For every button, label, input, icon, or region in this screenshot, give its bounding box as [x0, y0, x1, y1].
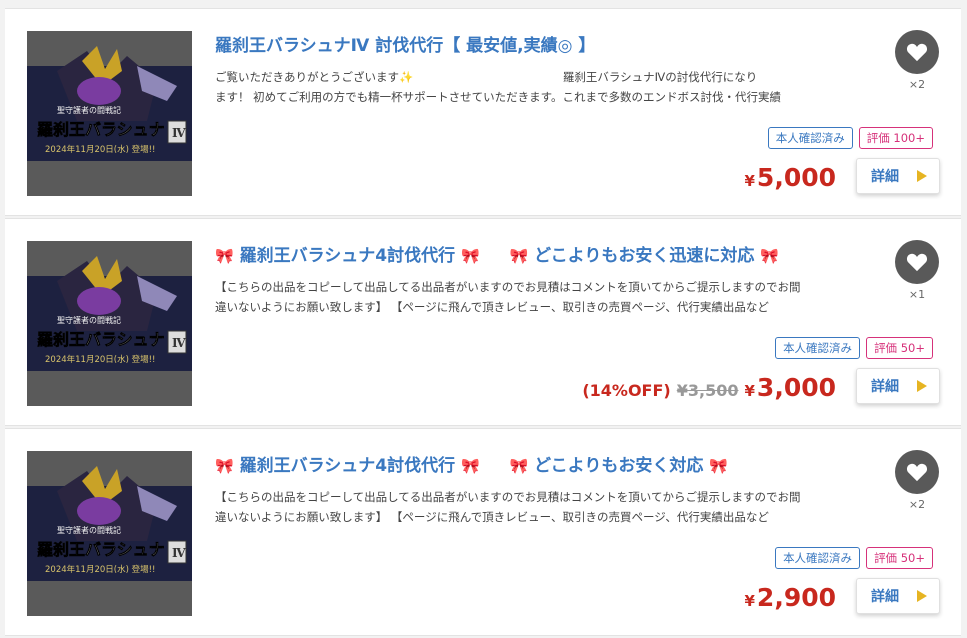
ribbon-icon: 🎀 [461, 247, 480, 265]
detail-button-label: 詳細 [871, 589, 899, 605]
ribbon-icon: 🎀 [509, 247, 529, 265]
detail-button-label: 詳細 [871, 169, 899, 185]
listing-thumbnail[interactable]: 聖守護者の闘戦記 羅刹王バラシュナ 2024年11月20日(水) 登場!! Ⅳ [27, 451, 192, 616]
thumbnail-caption-small: 聖守護者の闘戦記 [57, 105, 121, 115]
thumbnail-caption-main: 羅刹王バラシュナ [37, 540, 165, 559]
play-icon [917, 380, 927, 392]
badge-group: 本人確認済み 評価 50+ [775, 337, 933, 359]
listing-title-part2[interactable]: どこよりもお安く対応 [534, 456, 703, 476]
description-line: ます！ 初めてご利用の方でも精一杯サポートさせていただきます。これまで多数のエン… [215, 90, 781, 104]
ribbon-icon: 🎀 [709, 457, 728, 475]
favorite-button[interactable] [895, 240, 939, 284]
badge-group: 本人確認済み 評価 100+ [767, 127, 933, 149]
favorite-button[interactable] [895, 450, 939, 494]
listing-title-part1[interactable]: 羅刹王バラシュナ4討伐代行 [240, 456, 456, 476]
listing-title-text[interactable]: 羅刹王バラシュナⅣ 討伐代行【 最安値,実績◎ 】 [215, 36, 595, 56]
ribbon-icon: 🎀 [760, 247, 779, 265]
play-icon [917, 170, 927, 182]
listing-thumbnail[interactable]: 聖守護者の闘戦記 羅刹王バラシュナ 2024年11月20日(水) 登場!! Ⅳ [27, 241, 192, 406]
thumbnail-badge: Ⅳ [172, 126, 186, 140]
verified-badge: 本人確認済み [775, 337, 861, 359]
listing-thumbnail[interactable]: 聖守護者の闘戦記 羅刹王バラシュナ 2024年11月20日(水) 登場!! Ⅳ [27, 31, 192, 196]
listing-card[interactable]: 聖守護者の闘戦記 羅刹王バラシュナ 2024年11月20日(水) 登場!! Ⅳ … [5, 8, 961, 216]
thumbnail-caption-main: 羅刹王バラシュナ [37, 330, 165, 349]
listing-title-part1[interactable]: 羅刹王バラシュナ4討伐代行 [240, 246, 456, 266]
rating-badge: 評価 50+ [866, 337, 933, 359]
verified-badge: 本人確認済み [775, 547, 861, 569]
heart-icon [906, 253, 928, 272]
description-line: 違いないようにお願い致します】 【ページに飛んで頂きレビュー、取引きの売買ページ… [215, 510, 769, 524]
listing-description: ご覧いただきありがとうございます✨ 羅刹王バラシュナⅣの討伐代行になり ます！ … [215, 67, 850, 107]
currency-symbol: ¥ [744, 172, 755, 190]
price-row: ¥2,900 [744, 583, 836, 612]
currency-symbol: ¥ [744, 592, 755, 610]
thumbnail-caption-date: 2024年11月20日(水) 登場!! [45, 144, 155, 155]
listing-card[interactable]: 聖守護者の闘戦記 羅刹王バラシュナ 2024年11月20日(水) 登場!! Ⅳ … [5, 428, 961, 636]
thumbnail-caption-small: 聖守護者の闘戦記 [57, 525, 121, 535]
listing-title[interactable]: 羅刹王バラシュナⅣ 討伐代行【 最安値,実績◎ 】 [215, 31, 855, 56]
play-icon [917, 590, 927, 602]
listing-description: 【こちらの出品をコピーして出品してる出品者がいますのでお見積はコメントを頂いてか… [215, 277, 850, 317]
detail-button-label: 詳細 [871, 379, 899, 395]
price: 5,000 [756, 163, 836, 192]
description-line: 違いないようにお願い致します】 【ページに飛んで頂きレビュー、取引きの売買ページ… [215, 300, 769, 314]
badge-group: 本人確認済み 評価 50+ [775, 547, 933, 569]
listing-title-part2[interactable]: どこよりもお安く迅速に対応 [534, 246, 754, 266]
currency-symbol: ¥ [744, 382, 755, 400]
price: 2,900 [756, 583, 836, 612]
description-line: ご覧いただきありがとうございます✨ 羅刹王バラシュナⅣの討伐代行になり [215, 70, 758, 84]
ribbon-icon: 🎀 [509, 457, 529, 475]
favorite-widget: ×2 [894, 450, 940, 511]
thumbnail-caption-small: 聖守護者の闘戦記 [57, 315, 121, 325]
heart-icon [906, 43, 928, 62]
ribbon-icon: 🎀 [215, 457, 234, 475]
verified-badge: 本人確認済み [767, 127, 853, 149]
detail-button[interactable]: 詳細 [856, 368, 940, 404]
heart-icon [906, 463, 928, 482]
ribbon-icon: 🎀 [461, 457, 480, 475]
listing-title[interactable]: 🎀 羅刹王バラシュナ4討伐代行 🎀 🎀 どこよりもお安く迅速に対応 🎀 [215, 241, 855, 266]
detail-button[interactable]: 詳細 [856, 158, 940, 194]
rating-badge: 評価 50+ [866, 547, 933, 569]
thumbnail-badge: Ⅳ [172, 336, 186, 350]
thumbnail-caption-main: 羅刹王バラシュナ [37, 120, 165, 139]
listing-card[interactable]: 聖守護者の闘戦記 羅刹王バラシュナ 2024年11月20日(水) 登場!! Ⅳ … [5, 218, 961, 426]
discount-label: (14%OFF) [582, 381, 671, 400]
thumbnail-caption-date: 2024年11月20日(水) 登場!! [45, 354, 155, 365]
listing-description: 【こちらの出品をコピーして出品してる出品者がいますのでお見積はコメントを頂いてか… [215, 487, 850, 527]
ribbon-icon: 🎀 [215, 247, 234, 265]
thumbnail-badge: Ⅳ [172, 546, 186, 560]
thumbnail-caption-date: 2024年11月20日(水) 登場!! [45, 564, 155, 575]
description-line: 【こちらの出品をコピーして出品してる出品者がいますのでお見積はコメントを頂いてか… [215, 280, 801, 294]
original-price: ¥3,500 [676, 381, 739, 400]
listing-title[interactable]: 🎀 羅刹王バラシュナ4討伐代行 🎀 🎀 どこよりもお安く対応 🎀 [215, 451, 855, 476]
price: 3,000 [756, 373, 836, 402]
description-line: 【こちらの出品をコピーして出品してる出品者がいますのでお見積はコメントを頂いてか… [215, 490, 801, 504]
price-row: ¥5,000 [744, 163, 836, 192]
favorite-count: ×1 [908, 288, 926, 301]
rating-badge: 評価 100+ [858, 127, 933, 149]
favorite-widget: ×1 [894, 240, 940, 301]
favorite-count: ×2 [908, 498, 926, 511]
detail-button[interactable]: 詳細 [856, 578, 940, 614]
favorite-button[interactable] [895, 30, 939, 74]
price-row: (14%OFF) ¥3,500 ¥3,000 [582, 373, 836, 402]
favorite-count: ×2 [908, 78, 926, 91]
favorite-widget: ×2 [894, 30, 940, 91]
